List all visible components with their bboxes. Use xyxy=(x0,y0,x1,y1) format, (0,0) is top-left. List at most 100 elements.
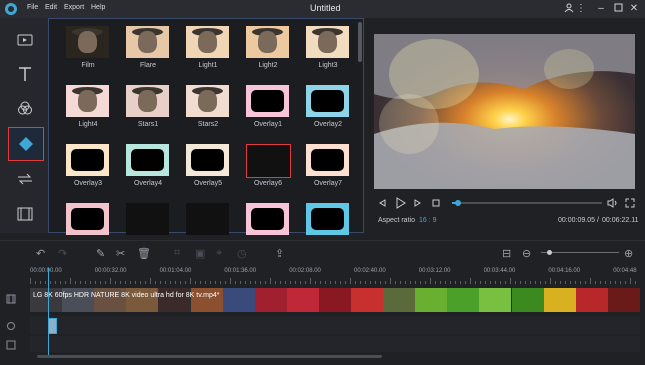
overlay-thumbnail[interactable] xyxy=(126,85,169,117)
maximize-icon[interactable] xyxy=(612,3,624,15)
timeline-scrollbar[interactable] xyxy=(37,355,382,358)
overlay-thumbnail[interactable] xyxy=(246,85,289,117)
elements-icon[interactable] xyxy=(8,198,42,230)
minimize-icon[interactable]: – xyxy=(595,3,607,15)
ruler-mark xyxy=(495,281,496,284)
ruler-mark xyxy=(390,278,391,284)
undo-icon[interactable]: ↶ xyxy=(36,247,45,260)
ruler-mark xyxy=(295,281,296,284)
text-track[interactable] xyxy=(30,336,640,352)
user-icon[interactable] xyxy=(563,3,575,15)
freeze-icon[interactable]: ▣ xyxy=(195,247,205,260)
stop-icon[interactable] xyxy=(432,199,440,209)
overlays-icon[interactable] xyxy=(8,127,44,161)
overlay-track[interactable] xyxy=(30,316,640,334)
fit-timeline-icon[interactable]: ⊟ xyxy=(502,247,511,260)
ruler-mark xyxy=(175,281,176,284)
clip-frame xyxy=(222,288,255,312)
timeline-ruler[interactable]: 00:00:00.00 00:00:32.00 00:01:04.00 00:01:3… xyxy=(30,268,640,286)
seek-bar[interactable] xyxy=(452,200,602,206)
prev-frame-icon[interactable] xyxy=(378,199,386,209)
text-icon[interactable] xyxy=(8,58,42,90)
overlay-thumbnail[interactable] xyxy=(66,26,109,58)
mosaic-icon[interactable]: ⌖ xyxy=(216,247,222,260)
overlay-thumbnail[interactable] xyxy=(306,144,349,176)
overlay-label: Overlay7 xyxy=(313,180,342,187)
ruler-mark xyxy=(610,281,611,284)
overlay-thumbnail[interactable] xyxy=(246,203,289,235)
overlay-thumbnail[interactable] xyxy=(186,85,229,117)
ruler-mark xyxy=(455,281,456,284)
ruler-mark xyxy=(315,281,316,284)
clip-label: LG 8K 60fps HDR NATURE 8K video ultra hd… xyxy=(33,292,220,299)
overlay-thumbnail[interactable] xyxy=(66,144,109,176)
volume-icon[interactable] xyxy=(607,198,618,210)
ruler-mark xyxy=(220,281,221,284)
ruler-mark xyxy=(265,281,266,284)
seek-handle[interactable] xyxy=(455,200,461,206)
crop-icon[interactable]: ⌗ xyxy=(174,247,180,260)
ruler-mark xyxy=(230,278,231,284)
overlay-thumbnail[interactable] xyxy=(246,144,291,178)
menu-file[interactable]: File xyxy=(27,4,38,11)
overlay-thumbnail[interactable] xyxy=(306,203,349,235)
clip-frame xyxy=(286,288,319,312)
overlay-thumbnail[interactable] xyxy=(246,26,289,58)
ruler-mark xyxy=(200,281,201,284)
overlay-thumbnail[interactable] xyxy=(306,26,349,58)
overlay-thumbnail[interactable] xyxy=(126,144,169,176)
menu-export[interactable]: Export xyxy=(64,4,84,11)
transitions-icon[interactable] xyxy=(8,163,42,195)
zoom-slider[interactable] xyxy=(541,250,619,255)
playhead[interactable] xyxy=(48,268,49,358)
play-icon[interactable] xyxy=(396,197,406,211)
ruler-mark xyxy=(345,281,346,284)
cut-icon[interactable]: ✂ xyxy=(116,247,125,260)
zoom-slider-handle[interactable] xyxy=(546,250,552,255)
ruler-mark xyxy=(55,281,56,284)
zoom-out-icon[interactable]: ⊖ xyxy=(522,247,531,260)
overlay-thumbnail[interactable] xyxy=(306,85,349,117)
ruler-mark xyxy=(115,281,116,284)
menu-help[interactable]: Help xyxy=(91,4,105,11)
media-icon[interactable] xyxy=(8,24,42,56)
ruler-mark xyxy=(425,281,426,284)
overlay-thumbnail[interactable] xyxy=(126,203,169,235)
ruler-mark xyxy=(485,281,486,284)
overlay-thumbnail[interactable] xyxy=(66,203,109,235)
clip-frame xyxy=(607,288,640,312)
overlay-thumbnail[interactable] xyxy=(186,144,229,176)
edit-icon[interactable]: ✎ xyxy=(96,247,105,260)
ruler-mark xyxy=(225,281,226,284)
ruler-mark xyxy=(445,281,446,284)
aspect-ratio-value[interactable]: 16 : 9 xyxy=(419,217,437,224)
ruler-mark xyxy=(310,278,311,284)
ruler-mark xyxy=(250,281,251,284)
panel-scrollbar[interactable] xyxy=(358,22,362,62)
ruler-mark xyxy=(120,281,121,284)
ruler-mark xyxy=(560,281,561,284)
more-icon[interactable]: ⋮ xyxy=(575,3,587,15)
ruler-mark xyxy=(500,281,501,284)
zoom-in-icon[interactable]: ⊕ xyxy=(624,247,633,260)
delete-icon[interactable]: 🗑 xyxy=(137,247,151,260)
fullscreen-icon[interactable] xyxy=(625,198,635,210)
ruler-mark xyxy=(410,281,411,284)
overlay-thumbnail[interactable] xyxy=(186,203,229,235)
ruler-mark xyxy=(460,281,461,284)
overlay-thumbnail[interactable] xyxy=(186,26,229,58)
duration-icon[interactable]: ◷ xyxy=(237,247,247,260)
menu-edit[interactable]: Edit xyxy=(45,4,57,11)
redo-icon[interactable]: ↷ xyxy=(58,247,67,260)
ruler-mark xyxy=(565,281,566,284)
filters-icon[interactable] xyxy=(8,92,42,124)
next-frame-icon[interactable] xyxy=(414,199,422,209)
overlay-thumbnail[interactable] xyxy=(66,85,109,117)
export-icon[interactable]: ⇪ xyxy=(275,247,284,260)
overlay-thumbnail[interactable] xyxy=(126,26,169,58)
close-icon[interactable]: ✕ xyxy=(628,3,640,15)
overlay-clip[interactable] xyxy=(48,318,57,334)
overlay-label: Light4 xyxy=(78,121,98,128)
overlay-label: Overlay4 xyxy=(133,180,162,187)
ruler-mark xyxy=(70,278,71,284)
